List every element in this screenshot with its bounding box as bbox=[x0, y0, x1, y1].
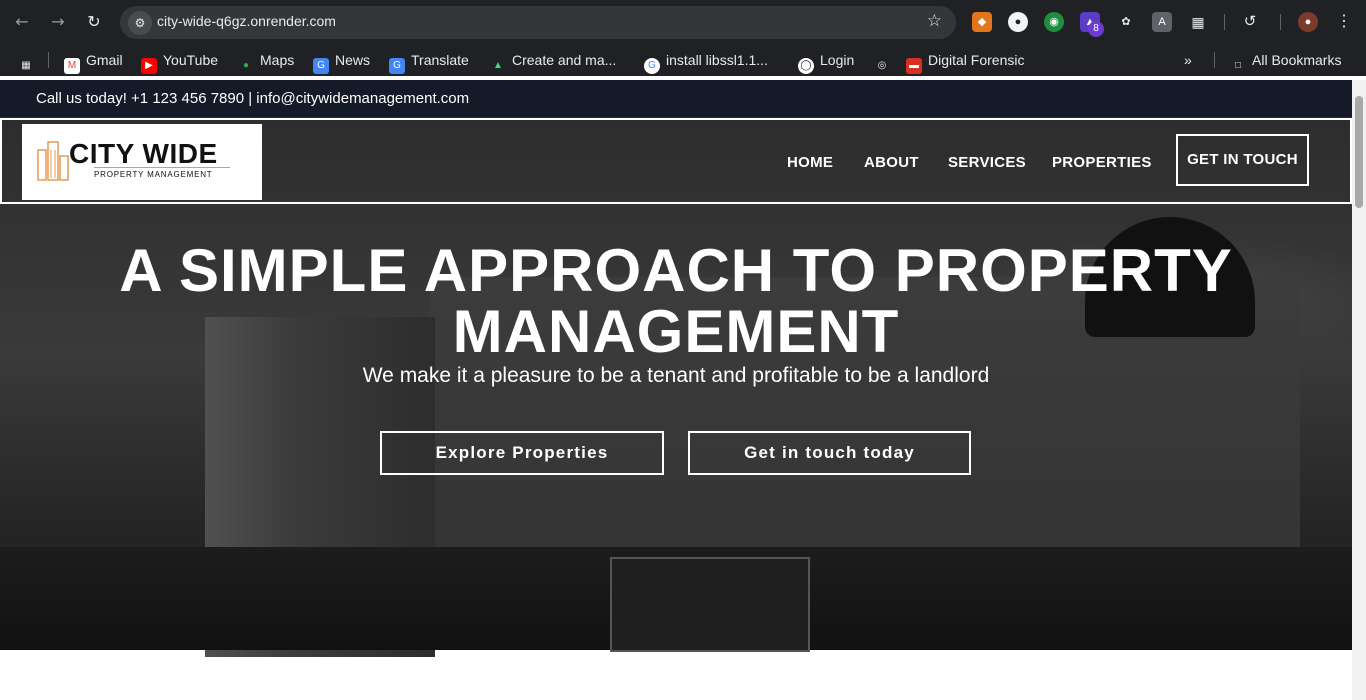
logo-divider bbox=[94, 167, 230, 168]
hero-title: A SIMPLE APPROACH TO PROPERTY MANAGEMENT bbox=[0, 240, 1352, 362]
bookmark-login[interactable]: ◯ Login bbox=[798, 51, 854, 74]
hero-subtitle: We make it a pleasure to be a tenant and… bbox=[362, 364, 990, 387]
metamask-icon[interactable]: ◆ bbox=[972, 12, 992, 32]
bookmarks-divider bbox=[1214, 52, 1215, 68]
building-logo-icon bbox=[37, 141, 69, 181]
toolbar-divider bbox=[1280, 14, 1281, 30]
bookmark-create[interactable]: ▲ Create and ma... bbox=[490, 51, 616, 71]
extensions-puzzle-icon[interactable]: ▦ bbox=[1188, 12, 1208, 32]
explore-properties-button[interactable]: Explore Properties bbox=[380, 431, 664, 475]
bookmarks-bar: ▦ M Gmail ▶ YouTube ● Maps G News G Translate… bbox=[0, 44, 1366, 76]
url-text[interactable]: city-wide-q6gz.onrender.com bbox=[157, 13, 336, 29]
google-icon: G bbox=[644, 58, 660, 74]
history-icon[interactable]: ↺ bbox=[1240, 12, 1260, 32]
nav-properties[interactable]: PROPERTIES bbox=[1052, 154, 1152, 171]
globe-icon: ◎ bbox=[877, 60, 887, 71]
bookmark-translate[interactable]: G Translate bbox=[389, 51, 469, 74]
site-info-icon[interactable]: ⚙ bbox=[128, 11, 152, 35]
bookmark-digital-forensic[interactable]: ▬ Digital Forensic bbox=[906, 51, 1024, 74]
folder-icon: □ bbox=[1234, 60, 1242, 71]
reload-icon[interactable]: ↻ bbox=[82, 10, 106, 34]
bookmark-star-icon[interactable]: ☆ bbox=[927, 11, 942, 31]
bookmark-news[interactable]: G News bbox=[313, 51, 370, 74]
youtube-icon: ▶ bbox=[141, 58, 157, 74]
forward-icon[interactable]: → bbox=[46, 10, 70, 34]
bookmarks-divider bbox=[48, 52, 49, 68]
extension-face-icon[interactable]: ● bbox=[1008, 12, 1028, 32]
nav-home[interactable]: HOME bbox=[787, 154, 833, 171]
contact-info: Call us today! +1 123 456 7890 | info@ci… bbox=[36, 90, 470, 107]
android-icon: ▲ bbox=[493, 60, 503, 71]
extension-a-icon[interactable]: A bbox=[1152, 12, 1172, 32]
hero-title-line2: MANAGEMENT bbox=[452, 298, 900, 365]
bookmark-youtube[interactable]: ▶ YouTube bbox=[141, 51, 218, 74]
news-icon: G bbox=[313, 58, 329, 74]
login-icon: ◯ bbox=[798, 58, 814, 74]
bookmark-gmail[interactable]: M Gmail bbox=[64, 51, 123, 74]
scrollbar-thumb[interactable] bbox=[1355, 96, 1363, 208]
extension-badge: 8 bbox=[1088, 21, 1104, 37]
profile-avatar-icon[interactable]: ● bbox=[1298, 12, 1318, 32]
toolbar-divider bbox=[1224, 14, 1225, 30]
menu-kebab-icon[interactable]: ⋮ bbox=[1334, 12, 1354, 32]
apps-grid-icon[interactable]: ▦ bbox=[18, 51, 40, 71]
extension-eye-icon[interactable]: ◉ bbox=[1044, 12, 1064, 32]
all-bookmarks[interactable]: □ All Bookmarks bbox=[1230, 51, 1342, 71]
bookmark-maps[interactable]: ● Maps bbox=[238, 51, 294, 71]
logo-subtitle: PROPERTY MANAGEMENT bbox=[94, 170, 213, 179]
bookmark-install-libssl[interactable]: Ginstall libssl1.1... bbox=[644, 51, 768, 74]
logo-title: CITY WIDE bbox=[69, 138, 218, 169]
extension-paw-icon[interactable]: ✿ bbox=[1116, 12, 1136, 32]
address-bar[interactable]: ⚙ city-wide-q6gz.onrender.com ☆ bbox=[120, 6, 956, 39]
web-page: Call us today! +1 123 456 7890 | info@ci… bbox=[0, 80, 1352, 700]
hero-microwave-shape bbox=[610, 557, 810, 652]
get-in-touch-today-button[interactable]: Get in touch today bbox=[688, 431, 971, 475]
site-header: CITY WIDE PROPERTY MANAGEMENT HOME ABOUT… bbox=[0, 118, 1352, 204]
nav-about[interactable]: ABOUT bbox=[864, 154, 919, 171]
logo[interactable]: CITY WIDE PROPERTY MANAGEMENT bbox=[22, 124, 262, 200]
gmail-icon: M bbox=[64, 58, 80, 74]
page-scrollbar[interactable] bbox=[1352, 80, 1366, 700]
bookmarks-overflow-icon[interactable]: » bbox=[1184, 51, 1192, 69]
contact-topbar: Call us today! +1 123 456 7890 | info@ci… bbox=[0, 80, 1352, 117]
maps-pin-icon: ● bbox=[242, 60, 250, 71]
nav-services[interactable]: SERVICES bbox=[948, 154, 1026, 171]
translate-icon: G bbox=[389, 58, 405, 74]
back-icon[interactable]: ← bbox=[10, 10, 34, 34]
hero-title-line1: A SIMPLE APPROACH TO PROPERTY bbox=[119, 237, 1233, 304]
browser-toolbar: ← → ↻ ⚙ city-wide-q6gz.onrender.com ☆ ◆ … bbox=[0, 0, 1366, 44]
bookmark-globe[interactable]: ◎ bbox=[874, 51, 896, 71]
forensic-icon: ▬ bbox=[906, 58, 922, 74]
get-in-touch-button[interactable]: GET IN TOUCH bbox=[1176, 134, 1309, 186]
